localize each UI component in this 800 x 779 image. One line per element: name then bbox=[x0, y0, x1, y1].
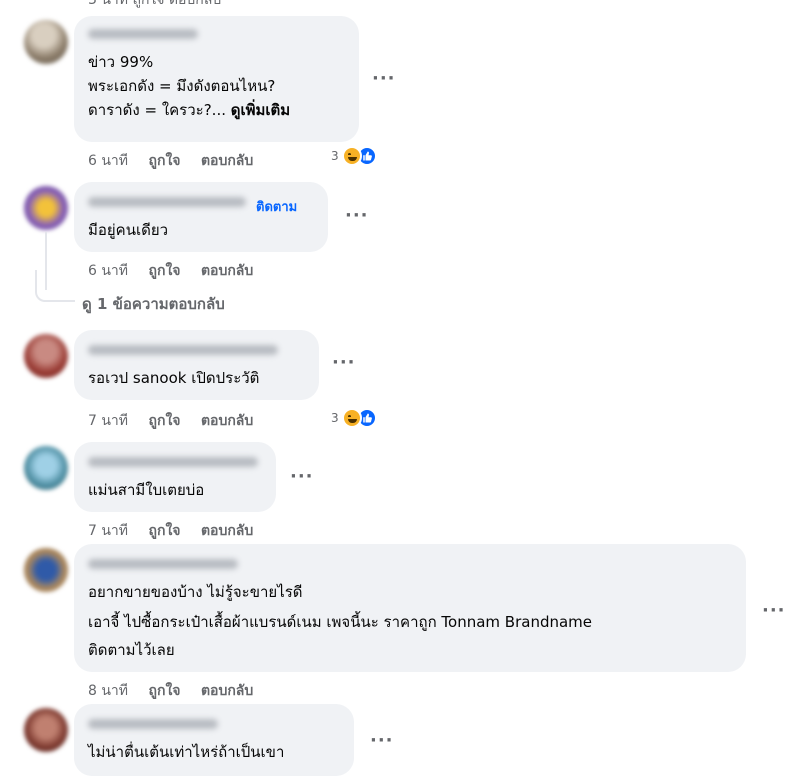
like-button[interactable]: ถูกใจ bbox=[148, 413, 180, 429]
comment-text-line: ดาราดัง = ใครวะ?... ดูเพิ่มเติม bbox=[88, 100, 290, 120]
commenter-name[interactable] bbox=[88, 559, 238, 569]
like-button[interactable]: ถูกใจ bbox=[148, 153, 180, 169]
comment-text-line: รอเวป sanook เปิดประวัติ bbox=[88, 369, 260, 387]
like-button[interactable]: ถูกใจ bbox=[148, 683, 180, 699]
haha-reaction-icon bbox=[341, 408, 362, 428]
more-options-icon[interactable]: ··· bbox=[290, 466, 314, 487]
comment-bubble-2: ติดตาม มีอยู่คนเดียว bbox=[74, 182, 328, 252]
reply-button[interactable]: ตอบกลับ bbox=[201, 263, 253, 279]
comment-actions: 6 นาที ถูกใจ ตอบกลับ bbox=[88, 260, 269, 282]
commenter-name[interactable] bbox=[88, 197, 246, 207]
comment-bubble-6: ไม่น่าตื่นเต้นเท่าไหร่ถ้าเป็นเขา bbox=[74, 704, 354, 776]
comment-bubble-3: รอเวป sanook เปิดประวัติ bbox=[74, 330, 319, 400]
comment-text-line: เอาจี้ ไปซื้อกระเป๋าเสื้อผ้าแบรนด์เนม เพ… bbox=[88, 613, 593, 631]
haha-reaction-icon bbox=[341, 146, 362, 166]
reaction-summary[interactable]: 3 bbox=[331, 146, 377, 166]
view-replies-link[interactable]: ดู 1 ข้อความตอบกลับ bbox=[82, 292, 225, 316]
more-options-icon[interactable]: ··· bbox=[370, 730, 394, 751]
comment-text-line: แม่นสามีใบเตยบ่อ bbox=[88, 481, 205, 499]
more-options-icon[interactable]: ··· bbox=[332, 352, 356, 373]
commenter-name[interactable] bbox=[88, 719, 218, 729]
commenter-name[interactable] bbox=[88, 29, 198, 39]
avatar[interactable] bbox=[24, 186, 68, 230]
comment-time[interactable]: 6 นาที bbox=[88, 263, 128, 279]
reply-button[interactable]: ตอบกลับ bbox=[201, 413, 253, 429]
reply-button[interactable]: ตอบกลับ bbox=[201, 683, 253, 699]
commenter-name[interactable] bbox=[88, 457, 258, 467]
avatar[interactable] bbox=[24, 334, 68, 378]
comment-time[interactable]: 7 นาที bbox=[88, 523, 128, 539]
reaction-summary[interactable]: 3 bbox=[331, 408, 377, 428]
previous-comment-actions: 3 นาที ถูกใจ ตอบกลับ bbox=[88, 0, 237, 11]
comment-actions: 6 นาที ถูกใจ ตอบกลับ bbox=[88, 150, 269, 172]
comment-time[interactable]: 6 นาที bbox=[88, 153, 128, 169]
like-button[interactable]: ถูกใจ bbox=[148, 523, 180, 539]
comment-text-line: ไม่น่าตื่นเต้นเท่าไหร่ถ้าเป็นเขา bbox=[88, 743, 285, 761]
reply-button[interactable]: ตอบกลับ bbox=[201, 523, 253, 539]
follow-button[interactable]: ติดตาม bbox=[256, 196, 297, 217]
comment-text-line: ติดตามไว้เลย bbox=[88, 641, 175, 659]
comment-bubble-1: ข่าว 99% พระเอกดัง = มึงดังตอนไหน? ดาราด… bbox=[74, 16, 359, 142]
comment-text-line: ข่าว 99% bbox=[88, 53, 154, 71]
comment-time[interactable]: 7 นาที bbox=[88, 413, 128, 429]
comment-text-line: มีอยู่คนเดียว bbox=[88, 221, 169, 239]
comment-actions: 7 นาที ถูกใจ ตอบกลับ bbox=[88, 410, 269, 432]
comment-bubble-5: อยากขายของบ้าง ไม่รู้จะขายไรดี เอาจี้ ไป… bbox=[74, 544, 746, 672]
comment-text: ดาราดัง = ใครวะ?... bbox=[88, 101, 226, 119]
comment-text-line: พระเอกดัง = มึงดังตอนไหน? bbox=[88, 77, 276, 95]
comment-actions: 8 นาที ถูกใจ ตอบกลับ bbox=[88, 680, 269, 702]
reaction-count: 3 bbox=[331, 149, 339, 163]
comment-text-line: อยากขายของบ้าง ไม่รู้จะขายไรดี bbox=[88, 583, 303, 601]
avatar[interactable] bbox=[24, 20, 68, 64]
previous-comment-meta: 3 นาที ถูกใจ ตอบกลับ bbox=[88, 0, 222, 8]
more-options-icon[interactable]: ··· bbox=[372, 68, 396, 89]
reaction-count: 3 bbox=[331, 411, 339, 425]
avatar[interactable] bbox=[24, 446, 68, 490]
thread-connector bbox=[35, 270, 75, 302]
avatar[interactable] bbox=[24, 548, 68, 592]
like-button[interactable]: ถูกใจ bbox=[148, 263, 180, 279]
comment-actions: 7 นาที ถูกใจ ตอบกลับ bbox=[88, 520, 269, 542]
comment-bubble-4: แม่นสามีใบเตยบ่อ bbox=[74, 442, 276, 512]
comment-time[interactable]: 8 นาที bbox=[88, 683, 128, 699]
reply-button[interactable]: ตอบกลับ bbox=[201, 153, 253, 169]
avatar[interactable] bbox=[24, 708, 68, 752]
more-options-icon[interactable]: ··· bbox=[345, 205, 369, 226]
more-options-icon[interactable]: ··· bbox=[762, 600, 786, 621]
commenter-name[interactable] bbox=[88, 345, 278, 355]
see-more-link[interactable]: ดูเพิ่มเติม bbox=[231, 101, 290, 119]
